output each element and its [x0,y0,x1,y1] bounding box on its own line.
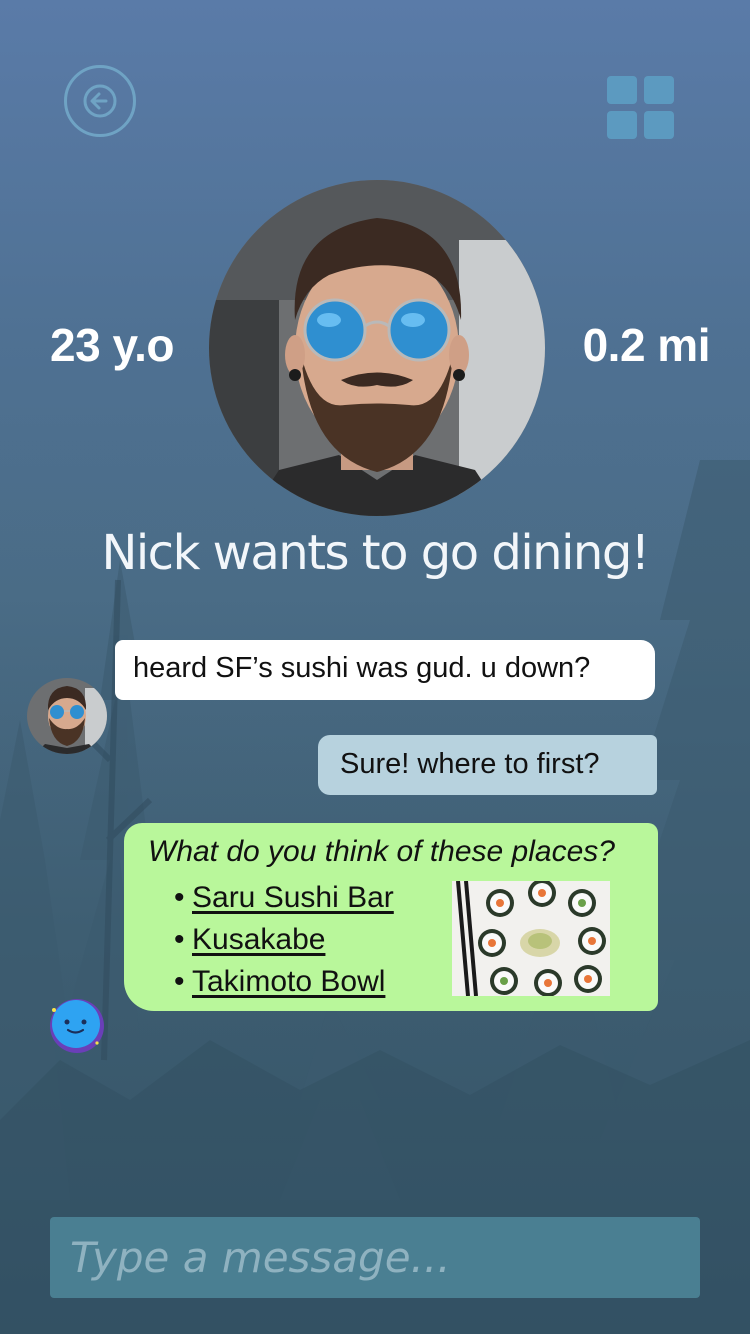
message-composer [50,1217,700,1298]
sender-avatar[interactable] [27,678,107,754]
place-link-takimoto-bowl[interactable]: Takimoto Bowl [192,965,385,998]
suggestion-card: What do you think of these places? • Saru… [124,823,658,1011]
sushi-photo[interactable] [452,881,610,996]
arrow-left-icon [83,84,117,118]
back-button[interactable] [64,65,136,137]
place-link-kusakabe[interactable]: Kusakabe [192,923,325,956]
page-title: Nick wants to go dining! [101,525,650,581]
incoming-message: heard SF’s sushi was gud. u down? [115,640,655,700]
age-stat: 23 y.o [50,319,175,371]
profile-photo[interactable] [209,180,545,516]
suggestion-card-title: What do you think of these places? [148,835,615,868]
place-link-saru-sushi-bar[interactable]: Saru Sushi Bar [192,881,394,914]
sender-avatar-image [27,678,107,754]
grid-icon [607,76,637,104]
profile-photo-image [209,180,545,516]
outgoing-message-text: Sure! where to first? [340,748,600,780]
incoming-message-text: heard SF’s sushi was gud. u down? [133,652,591,684]
distance-stat: 0.2 mi [582,319,711,371]
smiley-bot-icon[interactable] [47,998,105,1054]
outgoing-message: Sure! where to first? [318,735,657,795]
sushi-photo-image [452,881,610,996]
grid-menu-button[interactable] [607,76,675,140]
message-input[interactable] [50,1217,700,1298]
